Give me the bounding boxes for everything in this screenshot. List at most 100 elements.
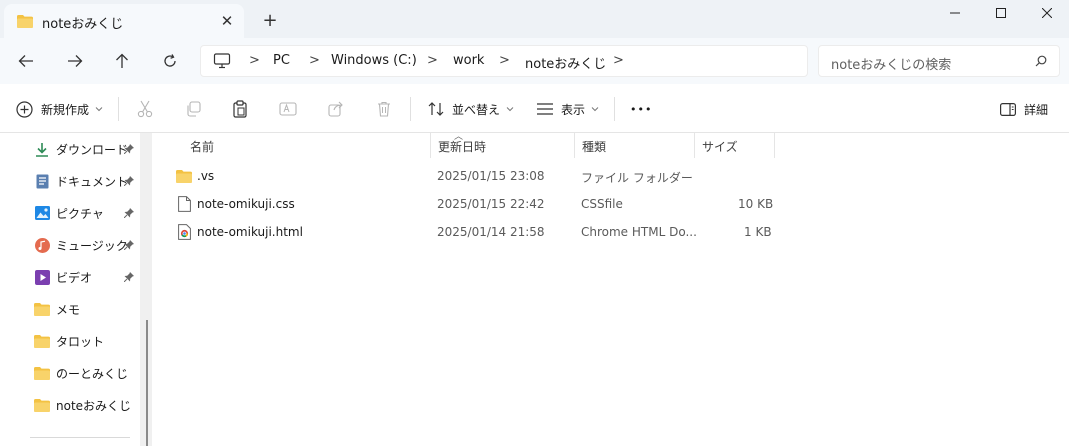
search-placeholder: noteおみくじの検索 — [831, 58, 952, 73]
breadcrumb-work[interactable]: work — [453, 53, 484, 68]
document-icon — [34, 173, 50, 189]
back-button[interactable] — [12, 48, 40, 74]
column-divider[interactable] — [574, 133, 575, 158]
close-window-button[interactable] — [1024, 0, 1069, 26]
up-button[interactable] — [108, 48, 136, 74]
paste-button[interactable] — [230, 99, 250, 119]
maximize-button[interactable] — [978, 0, 1024, 26]
search-icon — [1035, 55, 1047, 70]
divider — [614, 97, 615, 121]
sidebar-item-label: ピクチャ — [56, 206, 104, 221]
sidebar-scrollbar-thumb[interactable] — [146, 320, 148, 446]
chevron-down-icon — [591, 107, 599, 112]
column-divider[interactable] — [774, 133, 775, 158]
file-name: note-omikuji.css — [197, 197, 295, 211]
divider — [410, 97, 411, 121]
sidebar-item-tarot[interactable]: タロット — [34, 330, 144, 352]
pin-icon — [123, 271, 134, 285]
tab-title: noteおみくじ — [42, 17, 124, 32]
rename-icon — [279, 102, 297, 116]
pin-icon — [123, 143, 134, 157]
picture-icon — [34, 205, 50, 221]
address-bar[interactable]: > PC > Windows (C:) > work > noteおみくじ > — [200, 45, 808, 77]
breadcrumb-noteomikuji[interactable]: noteおみくじ — [525, 53, 606, 72]
breadcrumb-separator: > — [499, 53, 510, 68]
sort-button-label: 並べ替え — [452, 102, 501, 117]
file-name: note-omikuji.html — [197, 225, 303, 239]
file-modified: 2025/01/14 21:58 — [437, 225, 545, 239]
new-button-label: 新規作成 — [41, 102, 90, 117]
refresh-icon — [164, 54, 176, 67]
chevron-down-icon — [95, 107, 103, 112]
sidebar-item-documents[interactable]: ドキュメント — [34, 170, 144, 192]
file-explorer-window: noteおみくじ ✕ + > PC > Windows (C:) > work … — [0, 0, 1069, 446]
sidebar-item-memo[interactable]: メモ — [34, 298, 144, 320]
chrome-icon — [176, 224, 192, 240]
share-icon — [328, 101, 343, 117]
file-size: 10 KB — [738, 197, 774, 211]
column-header-size[interactable]: サイズ — [702, 138, 738, 155]
new-button[interactable]: 新規作成 — [16, 98, 103, 120]
music-icon — [34, 237, 50, 253]
download-icon — [34, 141, 50, 157]
navigation-bar: > PC > Windows (C:) > work > noteおみくじ > … — [0, 38, 1069, 84]
sidebar-item-downloads[interactable]: ダウンロード — [34, 138, 144, 160]
breadcrumb-separator: > — [427, 53, 438, 68]
scissors-icon — [137, 100, 153, 118]
column-header-row: ︿ 名前 更新日時 種類 サイズ — [156, 132, 1069, 158]
new-tab-button[interactable]: + — [258, 9, 282, 31]
file-type: CSSfile — [581, 197, 623, 211]
file-size: 1 KB — [744, 225, 772, 239]
sidebar-item-noteomikuji[interactable]: noteおみくじ — [34, 394, 144, 416]
command-bar: 新規作成 並べ替え 表示 ••• 詳細 — [0, 84, 1069, 133]
navigation-pane: ダウンロード ドキュメント ピクチャ ミュージック ビデオ メモ タロット のー… — [0, 133, 146, 446]
share-button[interactable] — [326, 99, 346, 119]
column-divider[interactable] — [430, 133, 431, 158]
breadcrumb-pc[interactable]: PC — [273, 53, 290, 68]
folder-icon — [34, 301, 50, 317]
tab-noteomikuji[interactable]: noteおみくじ ✕ — [4, 4, 244, 38]
sidebar-item-music[interactable]: ミュージック — [34, 234, 144, 256]
breadcrumb-windows-c[interactable]: Windows (C:) — [331, 53, 417, 68]
view-button-label: 表示 — [561, 102, 586, 117]
sidebar-item-label: ミュージック — [56, 238, 128, 253]
column-header-modified[interactable]: 更新日時 — [438, 138, 486, 155]
up-arrow-icon — [116, 53, 128, 68]
file-name: .vs — [197, 169, 215, 183]
computer-icon — [213, 53, 231, 72]
file-row[interactable]: note-omikuji.css 2025/01/15 22:42 CSSfil… — [170, 193, 790, 217]
delete-button[interactable] — [374, 99, 394, 119]
cut-button[interactable] — [135, 99, 155, 119]
search-input[interactable]: noteおみくじの検索 — [818, 45, 1060, 77]
tab-close-button[interactable]: ✕ — [216, 10, 238, 32]
copy-icon — [187, 101, 201, 117]
sidebar-divider — [30, 437, 130, 438]
minimize-button[interactable] — [932, 0, 978, 26]
folder-icon — [34, 333, 50, 349]
rename-button[interactable] — [278, 99, 298, 119]
column-header-name[interactable]: 名前 — [190, 138, 214, 155]
pin-icon — [123, 239, 134, 253]
view-list-icon — [537, 103, 553, 115]
more-options-button[interactable]: ••• — [630, 98, 652, 120]
forward-button[interactable] — [61, 48, 89, 74]
column-header-type[interactable]: 種類 — [582, 138, 606, 155]
sidebar-item-label: メモ — [56, 302, 81, 317]
forward-arrow-icon — [68, 55, 83, 67]
refresh-button[interactable] — [156, 48, 184, 74]
sidebar-item-videos[interactable]: ビデオ — [34, 266, 144, 288]
plus-circle-icon — [16, 100, 33, 118]
file-row[interactable]: .vs 2025/01/15 23:08 ファイル フォルダー — [170, 165, 790, 189]
sidebar-item-notomikuji[interactable]: のーとみくじ — [34, 362, 144, 384]
divider — [118, 97, 119, 121]
column-divider[interactable] — [694, 133, 695, 158]
view-button[interactable]: 表示 — [537, 98, 599, 120]
file-row[interactable]: note-omikuji.html 2025/01/14 21:58 Chrom… — [170, 221, 790, 245]
details-pane-icon — [1000, 102, 1016, 116]
copy-button[interactable] — [183, 99, 203, 119]
details-pane-button[interactable]: 詳細 — [1000, 98, 1048, 120]
file-modified: 2025/01/15 22:42 — [437, 197, 545, 211]
sort-button[interactable]: 並べ替え — [428, 98, 514, 120]
sidebar-item-pictures[interactable]: ピクチャ — [34, 202, 144, 224]
sidebar-item-label: ドキュメント — [56, 174, 129, 189]
